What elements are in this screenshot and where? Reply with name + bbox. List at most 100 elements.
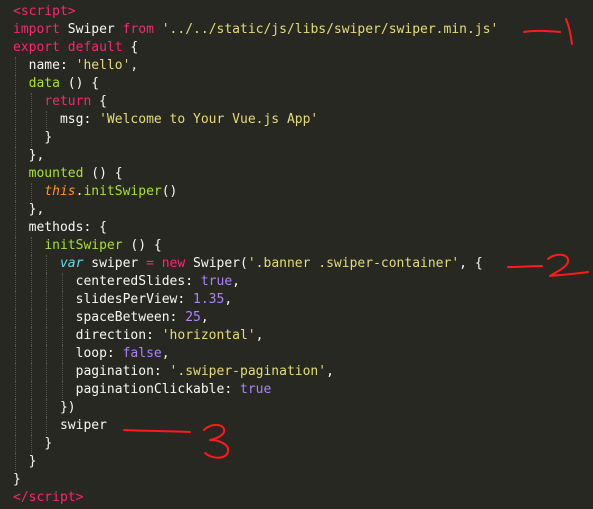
indent-guide	[46, 255, 48, 273]
code-line[interactable]: <script>	[0, 3, 498, 21]
code-line[interactable]: }	[0, 453, 498, 471]
code-line[interactable]: },	[0, 147, 498, 165]
code-line[interactable]: import Swiper from '../../static/js/libs…	[0, 21, 498, 39]
code-token: var	[59, 256, 84, 271]
code-line[interactable]: </script>	[0, 489, 498, 507]
annotation-2	[507, 253, 589, 277]
code-token: }	[44, 436, 53, 451]
code-token: () {	[59, 76, 100, 91]
code-token: </	[13, 490, 29, 505]
code-line[interactable]: mounted () {	[0, 165, 498, 183]
code-line[interactable]: swiper	[0, 417, 498, 435]
code-token: >	[75, 490, 84, 505]
code-token: import	[13, 22, 60, 37]
indent-guide	[61, 273, 63, 291]
code-token: swiper	[83, 256, 147, 271]
code-line[interactable]: },	[0, 201, 498, 219]
code-token: }	[44, 130, 53, 145]
code-token: spaceBetween:	[75, 310, 186, 325]
code-token: {	[91, 94, 107, 109]
code-token: , {	[459, 256, 483, 271]
indent-guide	[15, 453, 16, 471]
code-token: true	[200, 274, 233, 289]
code-line[interactable]: loop: false,	[0, 345, 498, 363]
code-line[interactable]: pagination: '.swiper-pagination',	[0, 363, 498, 381]
code-line[interactable]: this.initSwiper()	[0, 183, 498, 201]
indent-guide	[46, 417, 48, 435]
indent-guide	[30, 273, 32, 291]
code-line[interactable]: export default {	[0, 39, 498, 57]
code-token: ,	[200, 310, 209, 325]
code-editor[interactable]: <script> import Swiper from '../../static…	[0, 0, 593, 509]
code-line[interactable]: direction: 'horizontal',	[0, 327, 498, 345]
code-token: loop:	[75, 346, 123, 361]
indent-guide	[15, 435, 16, 453]
indent-guide	[30, 399, 32, 417]
indent-guide	[15, 219, 16, 237]
indent-guide	[30, 363, 32, 381]
code-token: mounted	[28, 166, 84, 181]
code-token: },	[28, 202, 45, 217]
code-token: name:	[28, 58, 76, 73]
code-line[interactable]: msg: 'Welcome to Your Vue.js App'	[0, 111, 498, 129]
code-line[interactable]: }	[0, 471, 498, 489]
indent-guide	[15, 309, 16, 327]
code-line[interactable]: data () {	[0, 75, 498, 93]
code-line[interactable]: })	[0, 399, 498, 417]
code-line[interactable]: }	[0, 129, 498, 147]
code-token: >	[67, 4, 76, 19]
indent-guide	[30, 111, 32, 129]
code-line[interactable]: initSwiper () {	[0, 237, 498, 255]
code-token: true	[240, 382, 272, 397]
code-line[interactable]: methods: {	[0, 219, 498, 237]
code-line[interactable]: }	[0, 435, 498, 453]
indent-guide	[46, 327, 48, 345]
indent-guide	[15, 57, 16, 75]
code-token: this	[44, 184, 76, 199]
code-line[interactable]: var swiper = new Swiper('.banner .swiper…	[0, 255, 498, 273]
code-token: ,	[130, 58, 139, 73]
code-token: msg:	[59, 112, 100, 127]
code-token: 'hello'	[75, 58, 131, 73]
code-line[interactable]: return {	[0, 93, 498, 111]
indent-guide	[30, 237, 32, 255]
indent-guide	[46, 309, 48, 327]
code-line[interactable]: paginationClickable: true	[0, 381, 498, 399]
code-token: Swiper(	[185, 256, 248, 271]
code-token: slidesPerView:	[75, 292, 194, 307]
indent-guide	[46, 273, 48, 291]
indent-guide	[30, 93, 32, 111]
code-token: '.swiper-pagination'	[169, 364, 327, 379]
code-line[interactable]: spaceBetween: 25,	[0, 309, 498, 327]
code-token: Swiper	[59, 22, 123, 37]
indent-guide	[15, 399, 16, 417]
code-token: }	[28, 454, 37, 469]
code-token: }	[13, 472, 21, 487]
code-token: new	[161, 256, 186, 271]
indent-guide	[30, 435, 32, 453]
code-area[interactable]: <script> import Swiper from '../../static…	[0, 3, 498, 507]
code-token: () {	[83, 166, 123, 181]
code-token: {	[122, 40, 139, 55]
indent-guide	[61, 345, 63, 363]
code-line[interactable]: centeredSlides: true,	[0, 273, 498, 291]
code-token: from	[122, 22, 154, 37]
indent-guide	[46, 111, 48, 129]
code-token: return	[44, 94, 92, 109]
indent-guide	[15, 273, 16, 291]
code-token: ,	[232, 274, 240, 289]
code-line[interactable]: slidesPerView: 1.35,	[0, 291, 498, 309]
code-token: export	[13, 40, 60, 55]
indent-guide	[61, 327, 63, 345]
code-line[interactable]: name: 'hello',	[0, 57, 498, 75]
